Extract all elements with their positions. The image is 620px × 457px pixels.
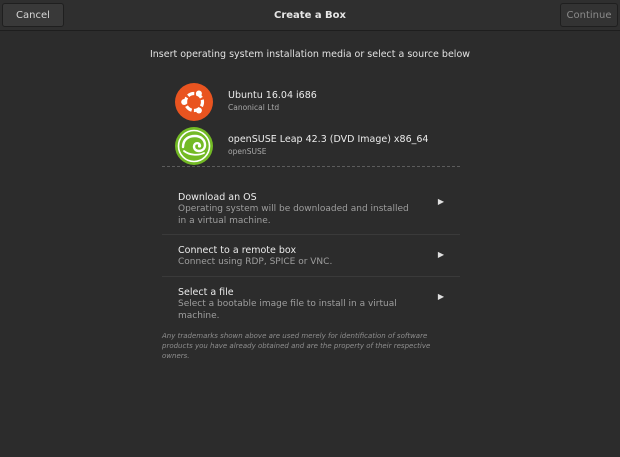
- media-name: openSUSE Leap 42.3 (DVD Image) x86_64: [228, 134, 429, 145]
- window-title: Create a Box: [273, 10, 347, 21]
- option-title: Download an OS: [178, 192, 257, 203]
- option-description: Operating system will be downloaded and …: [178, 204, 409, 226]
- media-name: Ubuntu 16.04 i686: [228, 90, 317, 101]
- opensuse-logo-icon: [174, 126, 214, 166]
- option-description: Connect using RDP, SPICE or VNC.: [178, 257, 333, 267]
- option-download-os[interactable]: Download an OS Operating system will be …: [162, 180, 460, 226]
- section-divider: [162, 166, 460, 167]
- instruction-text: Insert operating system installation med…: [149, 49, 471, 60]
- option-description: Select a bootable image file to install …: [178, 299, 397, 321]
- media-item-opensuse[interactable]: openSUSE Leap 42.3 (DVD Image) x86_64 op…: [174, 126, 459, 166]
- cancel-button[interactable]: Cancel: [2, 3, 64, 27]
- header-bar: Create a Box Cancel Continue: [0, 0, 620, 31]
- option-title: Select a file: [178, 287, 234, 298]
- arrow-right-icon: ▶: [437, 291, 444, 301]
- media-item-ubuntu[interactable]: Ubuntu 16.04 i686 Canonical Ltd: [174, 82, 459, 122]
- arrow-right-icon: ▶: [437, 249, 444, 259]
- arrow-right-icon: ▶: [437, 196, 444, 206]
- ubuntu-logo-icon: [174, 82, 214, 122]
- option-title: Connect to a remote box: [178, 245, 297, 256]
- option-connect-remote-box[interactable]: Connect to a remote box Connect using RD…: [162, 233, 460, 275]
- continue-button[interactable]: Continue: [560, 3, 618, 27]
- media-vendor: openSUSE: [228, 147, 267, 156]
- trademark-disclaimer: Any trademarks shown above are used mere…: [162, 332, 431, 360]
- option-select-file[interactable]: Select a file Select a bootable image fi…: [162, 275, 460, 321]
- media-vendor: Canonical Ltd: [228, 103, 280, 112]
